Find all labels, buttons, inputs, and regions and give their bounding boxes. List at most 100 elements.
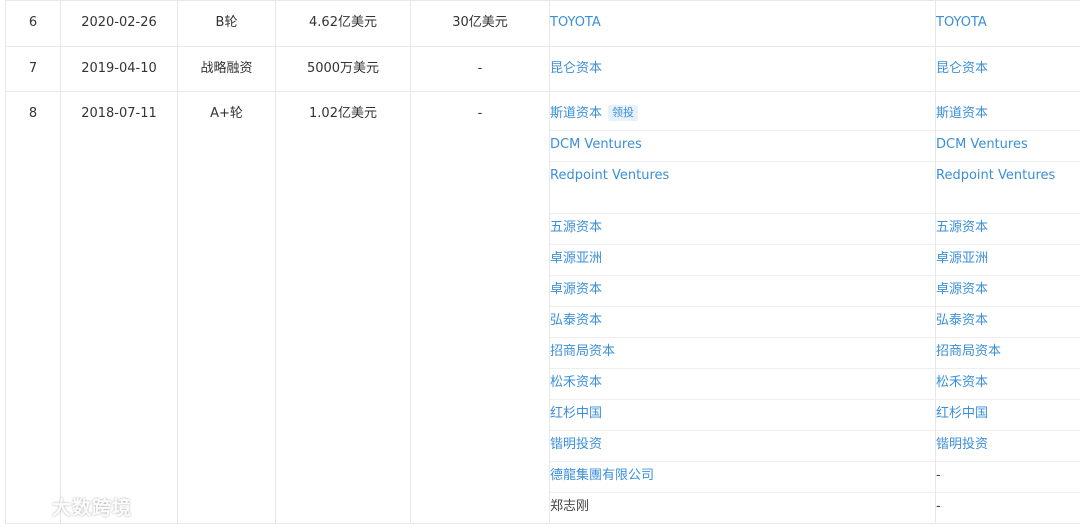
funding-round: B轮	[215, 15, 238, 30]
investors-right-cell: 昆仑资本	[935, 46, 1080, 92]
investor-item: 弘泰资本	[936, 307, 1080, 338]
funding-round: 战略融资	[200, 61, 253, 76]
investor-link[interactable]: 昆仑资本	[550, 61, 602, 76]
investor-link[interactable]: 德龍集團有限公司	[550, 468, 654, 483]
investor-link[interactable]: 斯道资本	[550, 106, 602, 121]
row-index: 7	[28, 61, 38, 76]
lead-investor-badge: 领投	[608, 105, 639, 121]
investor-link[interactable]: Redpoint Ventures	[550, 168, 669, 183]
row-index: 6	[28, 15, 38, 30]
investor-link[interactable]: 招商局资本	[936, 344, 1001, 359]
investor-link[interactable]: 卓源资本	[550, 282, 602, 297]
funding-amount: 4.62亿美元	[309, 15, 377, 30]
investor-link[interactable]: DCM Ventures	[936, 137, 1028, 152]
round-cell: 战略融资	[177, 46, 276, 92]
investor-link[interactable]: 五源资本	[550, 220, 602, 235]
date-cell: 2019-04-10	[60, 46, 178, 92]
investor-link[interactable]: 弘泰资本	[936, 313, 988, 328]
date-cell: 2020-02-26	[60, 0, 178, 47]
investor-link[interactable]: 弘泰资本	[550, 313, 602, 328]
investor-link[interactable]: 锴明投资	[550, 437, 602, 452]
investor-item: 卓源亚洲	[936, 245, 1080, 276]
funding-amount: 1.02亿美元	[309, 106, 377, 121]
valuation-cell: -	[410, 46, 550, 92]
investor-link[interactable]: 卓源资本	[936, 282, 988, 297]
row-index-cell: 8	[5, 91, 61, 524]
investor-link[interactable]: 锴明投资	[936, 437, 988, 452]
investor-item: 红杉中国	[550, 400, 935, 431]
investor-item: 德龍集團有限公司	[550, 462, 935, 493]
date-cell: 2018-07-11	[60, 91, 178, 524]
funding-date: 2018-07-11	[81, 106, 157, 121]
brand-logo-icon	[8, 497, 45, 516]
investors-cell: 斯道资本 领投 DCM Ventures Redpoint Ventures 五源…	[549, 91, 936, 524]
investor-item: 松禾资本	[550, 369, 935, 400]
investor-item: TOYOTA	[550, 1, 935, 45]
financing-table: 6 2020-02-26 B轮 4.62亿美元 30亿美元 TOYOTA TOY…	[5, 0, 1080, 524]
investor-item: 招商局资本	[550, 338, 935, 369]
valuation: -	[477, 106, 483, 121]
investor-item: 卓源资本	[936, 276, 1080, 307]
investor-link[interactable]: 斯道资本	[936, 106, 988, 121]
investor-item: 郑志刚	[550, 493, 935, 523]
investors-right-cell: TOYOTA	[935, 0, 1080, 47]
round-cell: A+轮	[177, 91, 276, 524]
table-row: 7 2019-04-10 战略融资 5000万美元 - 昆仑资本 昆仑资本	[5, 46, 1080, 92]
investor-link[interactable]: DCM Ventures	[550, 137, 642, 152]
investor-link[interactable]: 五源资本	[936, 220, 988, 235]
investor-item: Redpoint Ventures	[936, 162, 1080, 214]
watermark: 大数跨境	[8, 493, 132, 520]
watermark-text: 大数跨境	[52, 497, 133, 519]
investor-item: 招商局资本	[936, 338, 1080, 369]
investor-link[interactable]: 红杉中国	[936, 406, 988, 421]
row-index-cell: 6	[5, 0, 61, 47]
funding-date: 2020-02-26	[81, 15, 157, 30]
investor-item: 松禾资本	[936, 369, 1080, 400]
valuation: 30亿美元	[452, 15, 508, 30]
amount-cell: 4.62亿美元	[275, 0, 411, 47]
investor-name: -	[936, 499, 941, 514]
investors-cell: TOYOTA	[549, 0, 936, 47]
investor-item: -	[936, 493, 1080, 523]
investor-item: 锴明投资	[936, 431, 1080, 462]
investor-item: 五源资本	[936, 214, 1080, 245]
investor-item: 斯道资本	[936, 92, 1080, 131]
funding-round: A+轮	[210, 106, 243, 121]
investor-link[interactable]: 昆仑资本	[936, 61, 988, 76]
valuation-cell: 30亿美元	[410, 0, 550, 47]
investor-item: -	[936, 462, 1080, 493]
investors-cell: 昆仑资本	[549, 46, 936, 92]
investor-item: DCM Ventures	[550, 131, 935, 162]
investor-link[interactable]: TOYOTA	[550, 15, 601, 30]
investor-link[interactable]: 招商局资本	[550, 344, 615, 359]
table-row: 8 2018-07-11 A+轮 1.02亿美元 - 斯道资本 领投 DCM Ve…	[5, 91, 1080, 524]
row-index-cell: 7	[5, 46, 61, 92]
investor-name: 郑志刚	[550, 499, 590, 514]
row-index: 8	[28, 106, 38, 121]
investor-item: 卓源资本	[550, 276, 935, 307]
funding-date: 2019-04-10	[81, 61, 157, 76]
investor-link[interactable]: 卓源亚洲	[550, 251, 602, 266]
investor-link[interactable]: 松禾资本	[550, 375, 602, 390]
investors-right-cell: 斯道资本 DCM Ventures Redpoint Ventures 五源资本…	[935, 91, 1080, 524]
investor-link[interactable]: Redpoint Ventures	[936, 168, 1055, 183]
valuation: -	[477, 61, 483, 76]
investor-item: 锴明投资	[550, 431, 935, 462]
investor-name: -	[936, 468, 941, 483]
amount-cell: 1.02亿美元	[275, 91, 411, 524]
investor-link[interactable]: 红杉中国	[550, 406, 602, 421]
investor-item: 五源资本	[550, 214, 935, 245]
round-cell: B轮	[177, 0, 276, 47]
amount-cell: 5000万美元	[275, 46, 411, 92]
investor-link[interactable]: 松禾资本	[936, 375, 988, 390]
investor-item: 昆仑资本	[550, 47, 935, 91]
table-row: 6 2020-02-26 B轮 4.62亿美元 30亿美元 TOYOTA TOY…	[5, 0, 1080, 47]
investor-link[interactable]: TOYOTA	[936, 15, 987, 30]
investor-item: 昆仑资本	[936, 47, 1080, 91]
investor-item: TOYOTA	[936, 1, 1080, 45]
funding-amount: 5000万美元	[306, 61, 380, 76]
investor-item: DCM Ventures	[936, 131, 1080, 162]
investor-link[interactable]: 卓源亚洲	[936, 251, 988, 266]
investor-item: Redpoint Ventures	[550, 162, 935, 214]
investor-item: 红杉中国	[936, 400, 1080, 431]
